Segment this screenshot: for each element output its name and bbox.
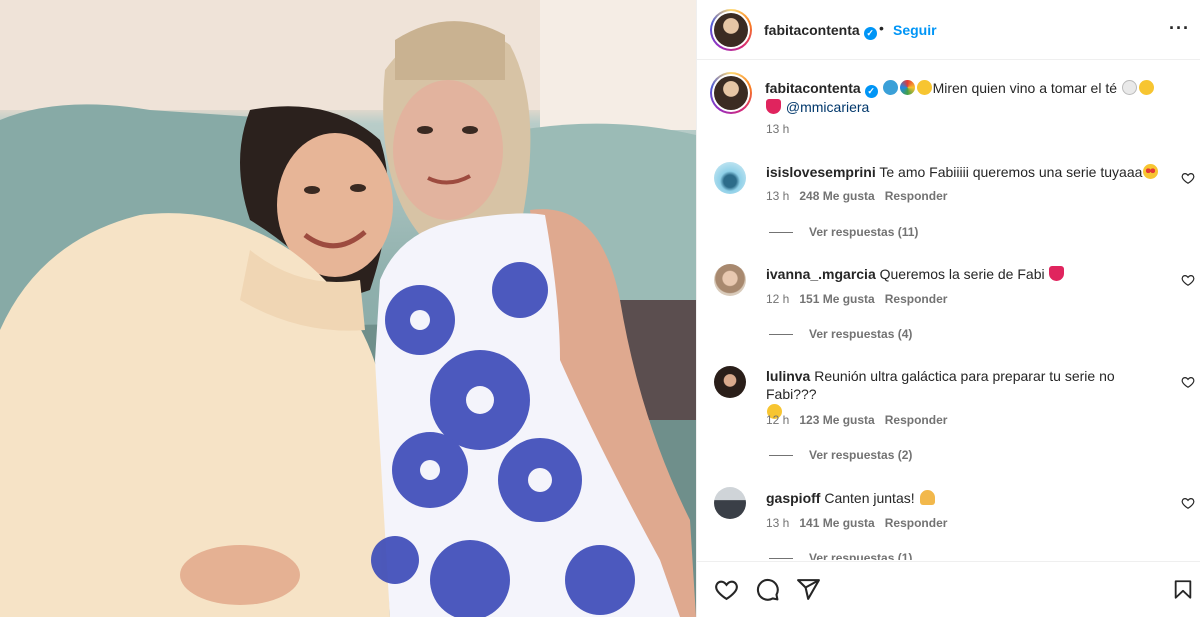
follow-button[interactable]: Seguir	[893, 22, 937, 38]
instagram-post-view: fabitacontenta ✓ • Seguir ··· fabitaconte…	[0, 0, 1200, 617]
comment-likes[interactable]: 123 Me gusta	[799, 413, 874, 427]
view-replies-button[interactable]: Ver respuestas (1)	[769, 551, 912, 560]
comment-text: gaspioff Canten juntas!	[766, 489, 1166, 507]
comment-time: 13 h	[766, 189, 790, 203]
like-comment-heart-icon[interactable]	[1181, 496, 1195, 510]
sweat-emoji	[1138, 80, 1154, 95]
teacup-emoji	[1121, 80, 1137, 95]
caption-avatar[interactable]	[710, 72, 752, 114]
caption-text: fabitacontenta ✓ Miren quien vino a tomar…	[765, 79, 1175, 116]
comment-meta: 13 h 141 Me gusta Responder	[766, 516, 947, 530]
comment-time: 13 h	[766, 516, 790, 530]
bookmark-icon[interactable]	[1172, 577, 1194, 602]
rainbow-emoji	[899, 80, 915, 95]
comments-list[interactable]: fabitacontenta ✓ Miren quien vino a tomar…	[697, 61, 1200, 560]
caption-mention[interactable]: @mmicariera	[786, 99, 869, 115]
comment-time: 12 h	[766, 413, 790, 427]
view-replies-button[interactable]: Ver respuestas (4)	[769, 327, 912, 341]
comment-body: Queremos la serie de Fabi	[879, 266, 1045, 282]
caption-time: 13 h	[766, 122, 790, 136]
comment-avatar[interactable]	[714, 487, 746, 519]
post-header: fabitacontenta ✓ • Seguir ···	[697, 0, 1200, 60]
comment-likes[interactable]: 248 Me gusta	[799, 189, 874, 203]
comment-text: isislovesemprini Te amo Fabiiiii queremo…	[766, 163, 1166, 181]
like-comment-heart-icon[interactable]	[1181, 273, 1195, 287]
post-action-bar	[697, 561, 1200, 617]
comment-username[interactable]: isislovesemprini	[766, 164, 876, 180]
heart-emoji	[766, 99, 781, 114]
view-replies-button[interactable]: Ver respuestas (2)	[769, 448, 912, 462]
like-comment-heart-icon[interactable]	[1181, 171, 1195, 185]
comment-body: Reunión ultra galáctica para preparar tu…	[766, 368, 1115, 402]
comment-avatar[interactable]	[714, 366, 746, 398]
comment-icon[interactable]	[755, 577, 780, 602]
share-icon[interactable]	[796, 577, 821, 602]
comment-likes[interactable]: 141 Me gusta	[799, 516, 874, 530]
reply-button[interactable]: Responder	[885, 413, 948, 427]
comment-username[interactable]: gaspioff	[766, 490, 820, 506]
photo-illustration	[0, 0, 696, 617]
comment-avatar[interactable]	[714, 264, 746, 296]
comment-body: Te amo Fabiiiii queremos una serie tuyaa…	[879, 164, 1143, 180]
comment-body: Canten juntas!	[824, 490, 915, 506]
verified-icon: ✓	[863, 27, 877, 40]
heart-icon[interactable]	[714, 577, 739, 602]
view-replies-button[interactable]: Ver respuestas (11)	[769, 225, 918, 239]
comment-likes[interactable]: 151 Me gusta	[799, 292, 874, 306]
post-photo[interactable]	[0, 0, 696, 617]
separator-dot: •	[879, 20, 884, 36]
caption-username[interactable]: fabitacontenta ✓	[765, 80, 878, 98]
heart-eyes-emoji	[1143, 164, 1159, 179]
dolphin-emoji	[882, 80, 898, 95]
reply-button[interactable]: Responder	[885, 189, 948, 203]
post-side-panel: fabitacontenta ✓ • Seguir ··· fabitaconte…	[696, 0, 1200, 617]
more-icon[interactable]: ···	[1169, 18, 1190, 39]
red-heart-emoji	[1049, 266, 1065, 281]
praying-hands-emoji	[919, 490, 935, 505]
comment-meta: 12 h 151 Me gusta Responder	[766, 292, 947, 306]
author-avatar[interactable]	[710, 9, 752, 51]
comment-avatar[interactable]	[714, 162, 746, 194]
author-username[interactable]: fabitacontenta ✓	[764, 22, 877, 40]
like-comment-heart-icon[interactable]	[1181, 375, 1195, 389]
comment-text: ivanna_.mgarcia Queremos la serie de Fab…	[766, 265, 1166, 283]
caption-body: Miren quien vino a tomar el té	[932, 80, 1118, 96]
reply-button[interactable]: Responder	[885, 292, 948, 306]
comment-username[interactable]: lulinva	[766, 368, 810, 384]
comment-username[interactable]: ivanna_.mgarcia	[766, 266, 876, 282]
smile-emoji	[916, 80, 932, 95]
comment-meta: 12 h 123 Me gusta Responder	[766, 413, 947, 427]
reply-button[interactable]: Responder	[885, 516, 948, 530]
comment-time: 12 h	[766, 292, 790, 306]
verified-icon: ✓	[864, 85, 878, 98]
comment-meta: 13 h 248 Me gusta Responder	[766, 189, 947, 203]
